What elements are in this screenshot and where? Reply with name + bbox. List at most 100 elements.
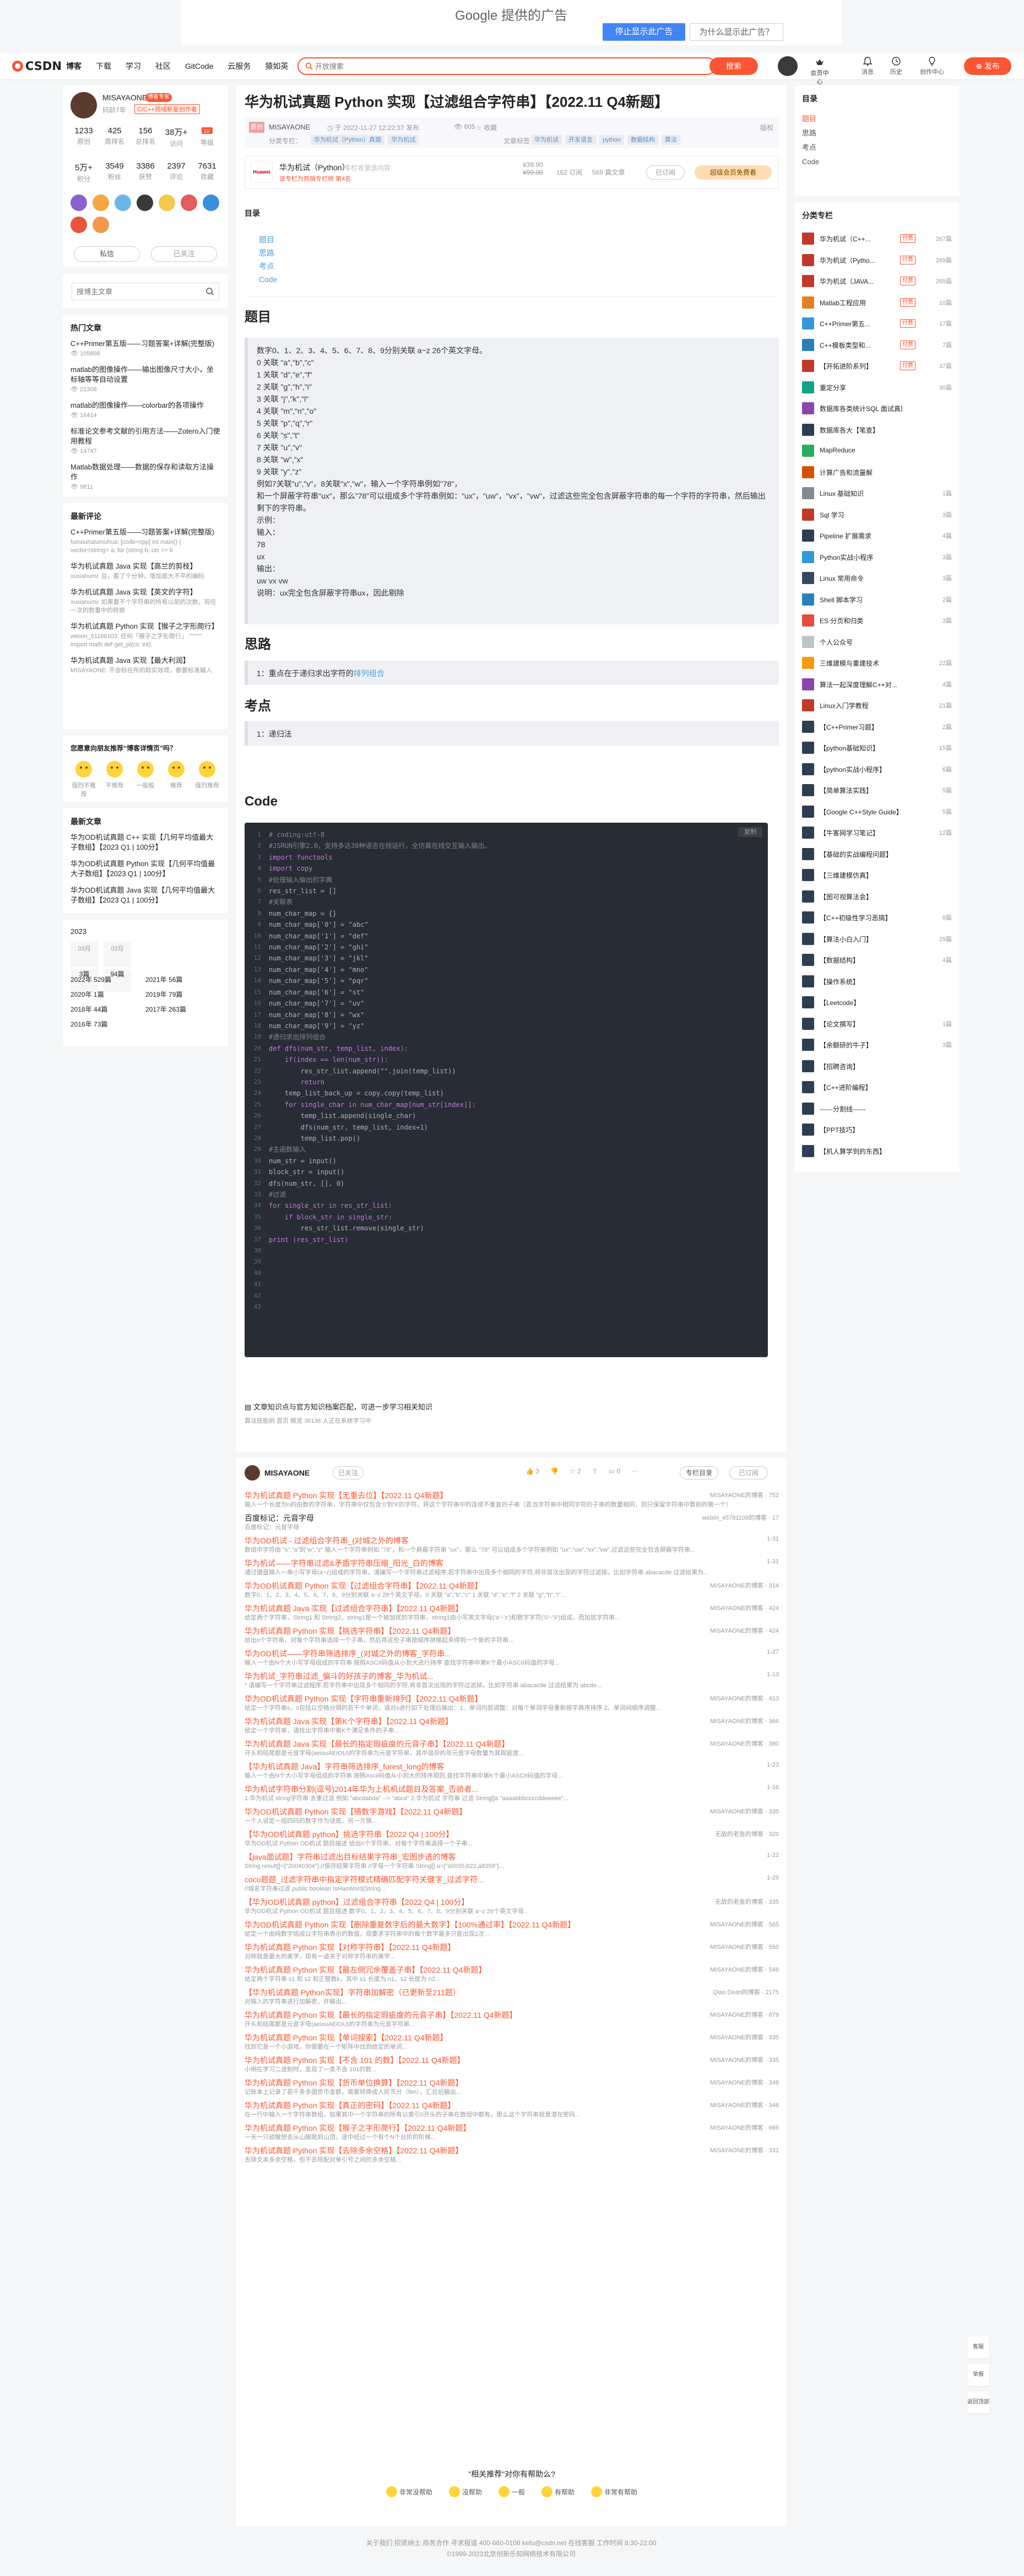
sidebar-category-item[interactable]: Python实战小程序 3篇 [802,548,952,570]
messages-link[interactable]: 消息 [854,56,881,77]
sidebar-category-item[interactable]: 【C++Primer习题】 2篇 [802,718,952,739]
recommend-item[interactable]: 华为机试真题 Python 实现【最左侧冗余覆盖子串】【2022.11 Q4新题… [245,1965,779,1988]
nav-item-blog[interactable]: 博客 [66,53,82,79]
favorite-button[interactable]: ☆ 2 [570,1467,581,1475]
tag-chip[interactable]: python [599,135,625,145]
recommend-item[interactable]: 华为OD机试真题 Python 实现【删除重复数字后的最大数字】【100%通过率… [245,1920,779,1942]
creator-center-link[interactable]: 创作中心 [914,56,950,77]
sidebar-category-item[interactable]: 数据库各大【笔查】 [802,421,952,442]
latest-article-item[interactable]: 华为OD机试真题 Python 实现【几何平均值最大子数组】【2023 Q1 |… [71,859,220,879]
category-chip[interactable]: 华为机试 [388,135,419,145]
sidebar-category-item[interactable]: 三维建模与重建技术 22篇 [802,654,952,676]
recommend-item[interactable]: 【华为OD机试真题 python】过滤组合字符串【2022 Q4 | 100分】… [245,1897,779,1920]
follow-button-bottom[interactable]: 已关注 [333,1466,364,1479]
hot-article-item[interactable]: matlab的图像操作——colorbar的各项操作 👁 16414 [71,401,220,420]
feedback-option[interactable]: 有帮助 [541,2486,575,2497]
achievement-badge-icon[interactable] [93,217,109,233]
sidebar-category-item[interactable]: Linux 常用命令 3篇 [802,569,952,591]
recommend-item[interactable]: 华为OD机试真题 Python 实现【字符串重新排列】【2022.11 Q4新题… [245,1694,779,1716]
sidebar-category-item[interactable]: 算法一起深度理解C++对... 4篇 [802,676,952,697]
author-name-bottom[interactable]: MISAYAONE [264,1468,310,1477]
tag-chip[interactable]: 华为机试 [531,135,562,145]
sidebar-toc-item[interactable]: 思路 [802,126,819,141]
sidebar-category-item[interactable]: 【操作系统】 [802,973,952,994]
toc-item[interactable]: Code [259,273,277,286]
recommend-item[interactable]: 华为机试——字符串过滤&矛盾字符串压缩_阳光_白的博客 通过键盘输入一串小写字母(… [245,1558,779,1581]
why-ad-button[interactable]: 为什么显示此广告？ [690,23,783,41]
sidebar-category-item[interactable]: 【PPT技巧】 [802,1121,952,1142]
sidebar-category-item[interactable]: 个人公众号 [802,633,952,655]
recommend-item[interactable]: 华为机试真题 Python 实现【去除多余空格】【2022.11 Q4新题】 去除… [245,2146,779,2168]
sidebar-category-item[interactable]: MapReduce [802,442,952,463]
stat-item[interactable]: 3386 获赞 [130,161,161,183]
recommend-item[interactable]: 华为OD机试真题 Python 实现【猜数字游戏】【2022.11 Q4新题】一… [245,1807,779,1829]
achievement-badge-icon[interactable] [93,195,109,211]
feedback-option[interactable]: 非常没帮助 [386,2486,432,2497]
achievement-badge-icon[interactable] [137,195,153,211]
recommend-item[interactable]: 【华为机试真题 Python实现】字符串加解密（已更新至211题） 对输入的字符串… [245,1988,779,2010]
column-name[interactable]: 华为机试（Python） [279,162,350,173]
recommend-item[interactable]: 华为机试真题 Python 实现【真正的密码】【2022.11 Q4新题】 在一行… [245,2100,779,2123]
sidebar-toc-item[interactable]: 题目 [802,112,819,126]
column-cover[interactable]: Huawei [251,161,273,183]
sidebar-category-item[interactable]: C++模板类型和... 付费 7篇 [802,336,952,358]
tag-chip[interactable]: 开发语言 [565,135,596,145]
recommend-item[interactable]: 【华为OD机试真题 python】挑选字符串【2022 Q4 | 100分】 华为… [245,1829,779,1852]
sidebar-toc-item[interactable]: 考点 [802,141,819,155]
sidebar-category-item[interactable]: 【数据结构】 4篇 [802,951,952,973]
stat-item[interactable]: 5万+ 积分 [68,161,99,183]
recommend-item[interactable]: 华为机试真题 Python 实现【对称字符串】【2022.11 Q4新题】 对称就… [245,1942,779,1965]
feedback-option[interactable]: 没帮助 [448,2486,482,2497]
search-input[interactable] [315,61,690,72]
sidebar-category-item[interactable]: 【C++进阶编程】 [802,1078,952,1100]
publish-button[interactable]: ⊕ 发布 [964,57,1011,75]
share-button[interactable]: ⇪ [592,1467,598,1475]
stat-item[interactable]: 7631 收藏 [192,161,223,183]
sidebar-category-item[interactable]: 【开拓进阶系列】 付费 37篇 [802,357,952,379]
sidebar-category-item[interactable]: 【python实战小程序】 6篇 [802,760,952,782]
latest-article-item[interactable]: 华为OD机试真题 C++ 实现【几何平均值最大子数组】【2023 Q1 | 10… [71,833,220,852]
toc-item[interactable]: 题目 [259,233,277,246]
achievement-badge-icon[interactable] [115,195,131,211]
nav-item-cloud[interactable]: 云服务 [227,53,251,79]
sidebar-category-item[interactable]: 华为机试（Pytho... 付费 269篇 [802,251,952,273]
survey-option[interactable]: 强烈推荐 [194,761,220,798]
tag-chip[interactable]: 算法 [662,135,681,145]
archive-year-item[interactable]: 2019年 79篇 [145,990,220,999]
archive-year-item[interactable]: 2018年 44篇 [71,1005,145,1014]
sidebar-category-item[interactable]: 华为机试（C++... 付费 267篇 [802,230,952,251]
latest-article-item[interactable]: 华为OD机试真题 Java 实现【几何平均值最大子数组】【2023 Q1 | 1… [71,885,220,905]
archive-year-item[interactable]: 2020年 1篇 [71,990,145,999]
stat-item[interactable]: 1233 原创 [68,126,99,148]
recommend-item[interactable]: 华为机试真题 Java 实现【第K个字符串】【2022.11 Q4新题】 给定一个… [245,1716,779,1739]
sidebar-category-item[interactable]: 【简单算法实践】 5篇 [802,781,952,803]
achievement-badge-icon[interactable] [71,195,87,211]
archive-year-item[interactable]: 2022年 529篇 [71,975,145,984]
dislike-button[interactable]: 👎 [550,1467,559,1475]
recent-comment-item[interactable]: 华为机试真题 Java 实现【高兰的剪枝】 xuxiahumi: 且，看了个分钟，… [71,561,220,581]
sidebar-category-item[interactable]: Matlab工程应用 付费 10篇 [802,294,952,315]
sidebar-category-item[interactable]: 【图可视算法会】 [802,888,952,909]
feedback-option[interactable]: 非常有帮助 [591,2486,637,2497]
category-chip[interactable]: 华为机试（Python）真题 [311,135,385,145]
recommend-item[interactable]: 华为OD机试真题 Python 实现【过滤组合字符串】【2022.11 Q4新题… [245,1581,779,1603]
stat-item[interactable]: 38万+ 访问 [161,126,192,148]
search-button[interactable]: 搜索 [709,57,758,75]
blog-search-input[interactable] [77,287,198,296]
sidebar-category-item[interactable]: Pipeline 扩展需求 4篇 [802,527,952,548]
survey-option[interactable]: 一般般 [132,761,159,798]
recommend-item[interactable]: 百度标记：元音字母 百度标记：元音字母 weixin_45781109的博客 · 1… [245,1513,779,1536]
recommend-item[interactable]: 华为机试真题 Java 实现【最长的指定瑕疵度的元音子串】【2022.11 Q4… [245,1739,779,1762]
sidebar-category-item[interactable]: 重定分享 30篇 [802,379,952,400]
recommend-item[interactable]: 【java面试题】字符串过滤出目标结果字符串_宏图步选的博客 String res… [245,1852,779,1875]
favorite-link[interactable]: ☆ 收藏 [476,123,497,132]
meta-author[interactable]: MISAYAONE [269,123,310,131]
recommend-item[interactable]: 华为机试真题 Python 实现【无重去位】【2022.11 Q4新题】 输入一个… [245,1490,779,1513]
recent-comment-item[interactable]: 华为机试真题 Java 实现【最大利润】 MISAYAONE: 不会标在所的取实效… [71,656,220,675]
survey-option[interactable]: 不推荐 [101,761,128,798]
hot-article-item[interactable]: Matlab数据处理——数据的保存和读取方法操作 👁 9811 [71,462,220,492]
archive-year[interactable]: 2023 [71,927,86,936]
recommend-item[interactable]: 华为机试字符串分割(逗号)2014年华为上机机试题目及答案_否骄者... 1.华为… [245,1784,779,1807]
sidebar-category-item[interactable]: 【算法小白入门】 29篇 [802,930,952,952]
sidebar-category-item[interactable]: 【牛客网学习笔记】 12篇 [802,824,952,845]
